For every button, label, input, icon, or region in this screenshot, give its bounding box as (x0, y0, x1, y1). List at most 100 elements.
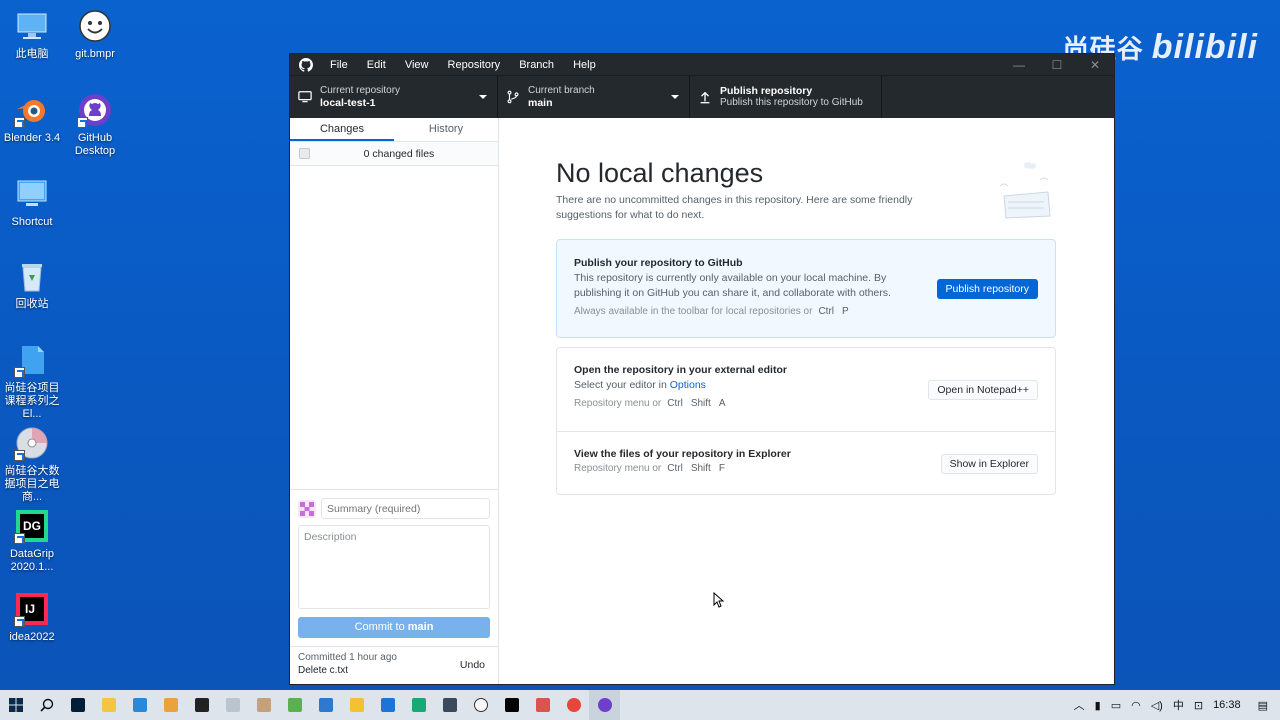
sidebar: Changes History 0 changed files Descript… (290, 118, 499, 684)
app-taskbar-icon[interactable] (403, 690, 434, 720)
desktop-icon-label: idea2022 (9, 631, 55, 643)
minimize-button[interactable]: — (1000, 58, 1038, 72)
show-in-explorer-button[interactable]: Show in Explorer (940, 454, 1038, 474)
current-branch-dropdown[interactable]: Current branch main (498, 76, 690, 118)
title-bar: File Edit View Repository Branch Help — … (290, 54, 1114, 75)
ime-indicator[interactable]: 中 (1168, 697, 1189, 713)
upload-icon (698, 90, 714, 104)
battery-icon[interactable]: ▭ (1106, 699, 1126, 712)
kbd-ctrl: Ctrl (818, 306, 835, 317)
open-editor-hint-text: Repository menu or (574, 398, 662, 409)
open-editor-suggestion: Open the repository in your external edi… (557, 348, 1055, 431)
chrome-taskbar-icon[interactable] (558, 690, 589, 720)
desktop-icon-course-video[interactable]: 尚硅谷项目课程系列之El... (0, 342, 64, 421)
app-taskbar-icon[interactable] (310, 690, 341, 720)
publish-suggestion-card: Publish your repository to GitHub This r… (556, 239, 1056, 338)
github-logo-icon (290, 57, 322, 72)
app-taskbar-icon[interactable] (124, 690, 155, 720)
chevron-down-icon (671, 95, 679, 99)
datagrip-icon: DG (14, 508, 50, 544)
video-file-icon (14, 342, 50, 378)
open-editor-title: Open the repository in your external edi… (574, 364, 787, 376)
description-textarea[interactable]: Description (298, 525, 490, 609)
photoshop-taskbar-icon[interactable] (62, 690, 93, 720)
git-branch-icon (506, 90, 522, 104)
current-branch-label: Current branch (528, 85, 595, 96)
desktop-icon-label: 尚硅谷项目课程系列之El... (4, 382, 60, 420)
intellij-taskbar-icon[interactable] (496, 690, 527, 720)
desktop-icon-datagrip[interactable]: DG DataGrip 2020.1... (0, 508, 64, 574)
publish-repository-button[interactable]: Publish repository (936, 279, 1038, 299)
page-description: There are no uncommitted changes in this… (556, 194, 913, 221)
menu-edit[interactable]: Edit (359, 59, 394, 71)
current-repository-dropdown[interactable]: Current repository local-test-1 (290, 76, 498, 118)
options-link[interactable]: Options (670, 379, 706, 391)
start-button[interactable] (0, 690, 31, 720)
select-all-checkbox[interactable] (299, 148, 310, 159)
mouse-cursor-icon (713, 591, 725, 613)
tab-history[interactable]: History (394, 118, 498, 141)
menu-bar: File Edit View Repository Branch Help (322, 59, 604, 71)
chevron-up-icon[interactable]: ︿ (1069, 697, 1090, 713)
menu-view[interactable]: View (397, 59, 437, 71)
ime-mode-icon[interactable]: ⊡ (1189, 699, 1208, 712)
menu-branch[interactable]: Branch (511, 59, 562, 71)
clock[interactable]: 16:38 (1208, 699, 1246, 711)
app-taskbar-icon[interactable] (279, 690, 310, 720)
last-commit: Committed 1 hour ago Delete c.txt Undo (290, 646, 498, 684)
app-taskbar-icon[interactable] (527, 690, 558, 720)
desktop-icon-label: 此电脑 (15, 48, 49, 60)
current-repository-value: local-test-1 (320, 97, 376, 109)
maximize-button[interactable]: ☐ (1038, 58, 1076, 72)
desktop-icon-label: 回收站 (15, 298, 49, 310)
desktop-icon-bigdata-disc[interactable]: 尚硅谷大数据项目之电商... (0, 425, 64, 504)
system-tray: ︿ ▮ ▭ ◠ ◁) 中 ⊡ 16:38 ▤ (1069, 697, 1280, 713)
desktop-icon-this-pc[interactable]: 此电脑 (0, 8, 64, 61)
kbd-shift: Shift (690, 463, 711, 474)
open-editor-desc-text: Select your editor in (574, 379, 670, 391)
wifi-icon[interactable]: ◠ (1126, 699, 1146, 712)
app-taskbar-icon[interactable] (217, 690, 248, 720)
undo-button[interactable]: Undo (460, 659, 485, 671)
app-taskbar-icon[interactable] (465, 690, 496, 720)
publish-card-hint: Always available in the toolbar for loca… (574, 306, 1038, 317)
menu-file[interactable]: File (322, 59, 356, 71)
kbd-a: A (718, 398, 726, 409)
search-icon[interactable] (31, 690, 62, 720)
empty-state-illustration (996, 158, 1056, 227)
app-taskbar-icon[interactable] (341, 690, 372, 720)
desktop-icon-blender[interactable]: Blender 3.4 (0, 92, 64, 145)
desktop-icon-label: git.bmpr (75, 48, 115, 60)
app-taskbar-icon[interactable] (155, 690, 186, 720)
menu-help[interactable]: Help (565, 59, 604, 71)
disc-icon (14, 425, 50, 461)
open-editor-description: Select your editor in Options (574, 378, 914, 393)
menu-repository[interactable]: Repository (440, 59, 509, 71)
app-taskbar-icon[interactable] (372, 690, 403, 720)
app-taskbar-icon[interactable] (434, 690, 465, 720)
desktop-icon-idea[interactable]: IJ idea2022 (0, 591, 64, 644)
desktop-icon-recycle-bin[interactable]: 回收站 (0, 258, 64, 311)
kbd-ctrl: Ctrl (667, 398, 683, 409)
desktop-icon-shortcut[interactable]: Shortcut (0, 176, 64, 229)
open-in-notepad-button[interactable]: Open in Notepad++ (928, 380, 1038, 400)
current-branch-value: main (528, 97, 553, 109)
close-button[interactable]: ✕ (1076, 58, 1114, 72)
blender-icon (14, 92, 50, 128)
github-desktop-taskbar-icon[interactable] (589, 690, 620, 720)
summary-input[interactable] (321, 498, 490, 519)
volume-icon[interactable]: ◁) (1146, 699, 1168, 712)
app-taskbar-icon[interactable] (248, 690, 279, 720)
app-taskbar-icon[interactable] (186, 690, 217, 720)
github-desktop-window: File Edit View Repository Branch Help — … (290, 54, 1114, 684)
usb-icon[interactable]: ▮ (1090, 699, 1106, 712)
commit-button[interactable]: Commit to main (298, 617, 490, 638)
file-explorer-taskbar-icon[interactable] (93, 690, 124, 720)
publish-repository-toolbar-button[interactable]: Publish repository Publish this repositor… (690, 76, 882, 118)
changed-files-header: 0 changed files (290, 142, 498, 166)
desktop-icon-label: Blender 3.4 (3, 132, 61, 144)
desktop-icon-git-bmpr[interactable]: git.bmpr (63, 8, 127, 61)
desktop-icon-github-desktop[interactable]: GitHub Desktop (63, 92, 127, 158)
notification-icon[interactable]: ▤ (1246, 699, 1280, 712)
tab-changes[interactable]: Changes (290, 118, 394, 141)
